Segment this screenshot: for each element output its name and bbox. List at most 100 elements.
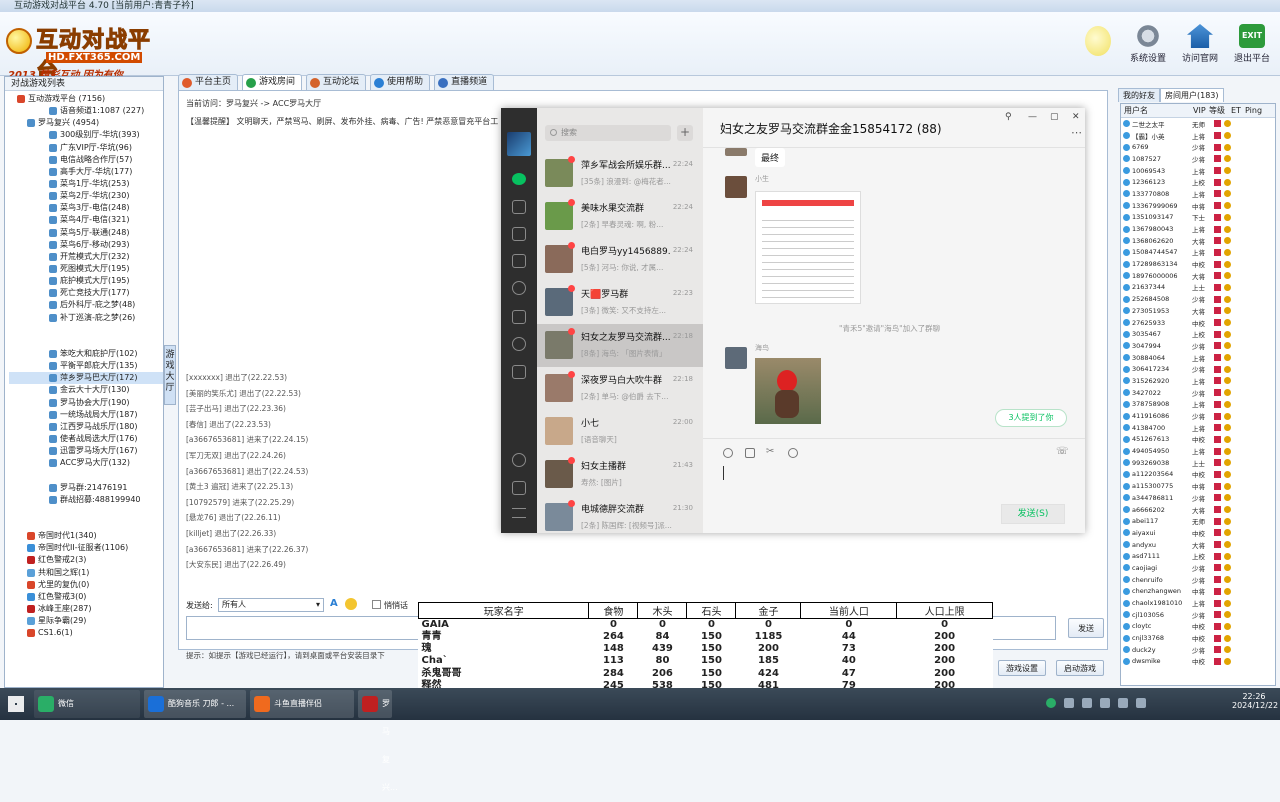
message-photo[interactable] [755,358,821,424]
conversation-item[interactable]: 天🟥罗马群 22:23 [3条] 微笑: 又不支持左... [537,281,703,324]
tree-item[interactable]: 使者战局选大厅(176) [9,433,163,445]
user-row[interactable]: a112203564 中校 [1121,469,1275,481]
tree-item[interactable]: 金云大十大厅(130) [9,384,163,396]
user-row[interactable]: dwsmike 中校 [1121,656,1275,668]
emoji-icon[interactable] [723,448,733,458]
tab-home[interactable]: 平台主页 [178,74,239,90]
wechat-message-input[interactable] [719,460,1069,500]
member-avatar[interactable] [725,148,747,156]
start-icon[interactable] [8,696,24,712]
user-row[interactable]: abei117 无师 [1121,515,1275,527]
user-row[interactable]: 二世之太平 无师 [1121,118,1275,130]
miniprogram-icon[interactable] [512,365,526,379]
user-row[interactable]: 133770808 上将 [1121,188,1275,200]
user-row[interactable]: 21637344 上士 [1121,282,1275,294]
system-settings-button[interactable]: 系统设置 [1122,22,1174,70]
tree-item[interactable]: 帝国时代1(340) [9,530,163,542]
user-row[interactable]: 17289863134 中校 [1121,258,1275,270]
emoji-icon[interactable] [345,598,357,610]
tree-item[interactable]: 群战招募:488199940 [9,494,163,506]
wechat-send-button[interactable]: 发送(S) [1001,504,1065,524]
tree-item[interactable]: 红色警戒3(0) [9,591,163,603]
user-row[interactable]: 378758908 上将 [1121,399,1275,411]
user-row[interactable]: 3035467 上校 [1121,328,1275,340]
font-icon[interactable]: A [330,598,342,610]
close-icon[interactable]: ✕ [1072,112,1080,122]
favorites-icon[interactable] [512,227,526,241]
tab-friends[interactable]: 我的好友 [1118,88,1160,102]
side-tab-game-hall[interactable]: 游戏大厅 [164,345,176,405]
minimize-icon[interactable]: — [1028,112,1037,122]
phone-icon[interactable] [512,481,526,495]
taskbar-clock[interactable]: 22:26 2024/12/22 [1232,692,1278,710]
user-row[interactable]: 306417234 少将 [1121,363,1275,375]
mention-popup[interactable]: 3人提到了你 [995,409,1067,427]
pin-icon[interactable]: ⚲ [1005,112,1012,122]
user-row[interactable]: a6666202 大将 [1121,504,1275,516]
tree-item[interactable]: 星际争霸(29) [9,615,163,627]
user-row[interactable]: cnjl33768 中校 [1121,632,1275,644]
tree-item[interactable]: 共和国之辉(1) [9,566,163,578]
taskbar-app[interactable]: 斗鱼直播伴侣 [250,690,354,718]
tree-item[interactable]: 罗马复兴 (4954) [9,117,163,129]
user-row[interactable]: andyxu 大将 [1121,539,1275,551]
tree-item[interactable]: 罗马协会大厅(190) [9,397,163,409]
tree-item[interactable]: 尤里的复仇(0) [9,579,163,591]
tree-item[interactable]: 菜鸟4厅-电信(321) [9,214,163,226]
conversation-item[interactable]: 电白罗马yy1456889... 22:24 [5条] 河马: 你说, 才属... [537,238,703,281]
taskbar-app[interactable]: 酷狗音乐 刀郎 - ... [144,690,246,718]
tree-item[interactable]: 红色警戒2(3) [9,554,163,566]
call-icon[interactable]: ☏ [1056,446,1069,457]
visit-website-button[interactable]: 访问官网 [1174,22,1226,70]
add-button[interactable]: + [677,125,693,141]
tray-icon[interactable] [1082,698,1092,708]
user-row[interactable]: a115300775 中将 [1121,480,1275,492]
user-row[interactable]: chenruifo 少将 [1121,574,1275,586]
user-row[interactable]: 451267613 中校 [1121,434,1275,446]
tree-item[interactable]: 死亡竞技大厅(177) [9,287,163,299]
user-row[interactable]: 15084744547 上将 [1121,247,1275,259]
tree-item[interactable]: 菜鸟1厅-华坑(253) [9,178,163,190]
user-row[interactable]: 494054950 上将 [1121,445,1275,457]
tree-item[interactable]: 补丁巡演-庇之梦(26) [9,312,163,324]
tree-item[interactable]: 电信战略合作厅(57) [9,154,163,166]
moments-icon[interactable] [512,281,526,295]
tree-item[interactable]: 互动游戏平台 (7156) [9,93,163,105]
menu-icon[interactable] [512,508,526,518]
tray-icon[interactable] [1100,698,1110,708]
conversation-item[interactable]: 深夜罗马白大吹牛群 22:18 [2条] 单马: @伯爵 去下... [537,367,703,410]
contacts-icon[interactable] [512,200,526,214]
tree-item[interactable]: 平衡平郎庇大厅(135) [9,360,163,372]
user-row[interactable]: 1087527 少将 [1121,153,1275,165]
wechat-search-input[interactable]: 搜索 [545,125,671,141]
scissors-icon[interactable]: ✂ [766,446,774,457]
my-avatar[interactable] [507,132,531,156]
start-game-button[interactable]: 启动游戏 [1056,660,1104,676]
channels-icon[interactable] [512,310,526,324]
tree-item[interactable]: 帝国时代II-征服者(1106) [9,542,163,554]
member-avatar[interactable] [725,176,747,198]
user-row[interactable]: 273051953 大将 [1121,305,1275,317]
network-icon[interactable] [1118,698,1128,708]
tree-item[interactable]: 菜鸟2厅-华坑(230) [9,190,163,202]
user-row[interactable]: 41384700 上将 [1121,422,1275,434]
user-row[interactable]: 18976000006 大将 [1121,270,1275,282]
user-row[interactable]: 12366123 上校 [1121,176,1275,188]
tree-item[interactable]: 庇护模式大厅(195) [9,275,163,287]
conversation-item[interactable]: 电城德胖交流群 21:30 [2条] 陈国辉: [视频号]派... [537,496,703,539]
user-row[interactable]: cjl103056 少将 [1121,609,1275,621]
volume-icon[interactable] [1136,698,1146,708]
message-image[interactable] [755,191,861,304]
user-row[interactable]: 315262920 上将 [1121,375,1275,387]
send-target-select[interactable]: 所有人 ▾ [218,598,324,612]
user-row[interactable]: 6769 少将 [1121,141,1275,153]
user-row[interactable]: 10069543 上将 [1121,165,1275,177]
user-row[interactable]: 1351093147 下士 [1121,212,1275,224]
user-row[interactable]: 【霸】小英 上将 [1121,130,1275,142]
user-row[interactable]: 3047994 少将 [1121,340,1275,352]
send-button[interactable]: 发送 [1068,618,1104,638]
user-row[interactable]: asd7111 上校 [1121,550,1275,562]
taskbar-app[interactable]: 罗马复兴... [358,690,398,792]
tree-item[interactable]: 江西罗马战乐厅(180) [9,421,163,433]
user-row[interactable]: a344786811 少将 [1121,492,1275,504]
